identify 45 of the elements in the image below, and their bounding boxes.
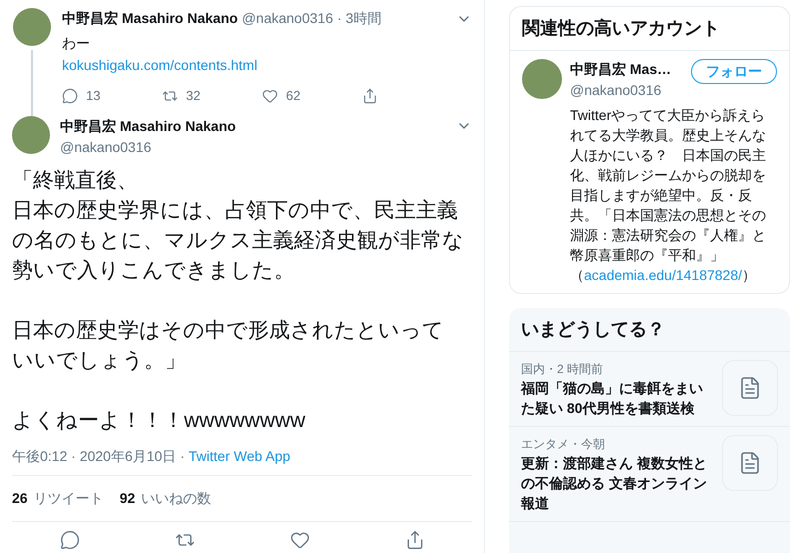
card-title: 関連性の高いアカウント [510, 7, 789, 51]
trend-headline: 更新：渡部建さん 複数女性との不倫認める 文春オンライン報道 [521, 454, 708, 513]
stat-label[interactable]: いいねの数 [141, 488, 212, 508]
account-bio: Twitterやってて大臣から訴えられてる大学教員。歴史上そんな人ほかにいる？ 日本国の民主化、戦前レジームからの脱却を目指しますが絶望中。反・反共。「日本国憲法の思想とその淵源：憲法研究会の『人権』と幣原喜重郎の『平和』」（academia.edu/14187828/） [570, 106, 767, 285]
tweet-text: 「終戦直後、 [12, 168, 139, 194]
tweet-text: 日本の歴史学はその中で形成されたといっていいでしょう。」 [12, 318, 445, 374]
tweet-timestamp: 午後0:12 · 2020年6月10日 · [12, 446, 186, 466]
share-icon[interactable] [404, 530, 424, 550]
trend-item[interactable]: エンタメ・今朝 更新：渡部建さん 複数女性との不倫認める 文春オンライン報道 [509, 427, 790, 522]
reply-icon[interactable] [60, 530, 80, 550]
document-icon [738, 376, 762, 400]
user-handle: @nakano0316 [570, 81, 662, 100]
stat-label[interactable]: リツイート [34, 488, 104, 508]
action-count: 13 [86, 87, 100, 105]
stat-count: 26 [12, 488, 28, 508]
card-title: いまどうしてる？ [509, 308, 790, 352]
user-name[interactable]: 中野昌宏 Masahiro Nakano [62, 8, 238, 29]
document-icon [738, 451, 762, 475]
tweet-text: よくねーよ！！！wwwwwwww [12, 408, 306, 434]
user-name[interactable]: 中野昌宏 Mas… [570, 59, 672, 80]
avatar[interactable] [522, 59, 562, 99]
source-link[interactable]: Twitter Web App [188, 446, 290, 466]
like-icon[interactable] [262, 88, 278, 104]
trend-item[interactable]: 国内・2 時間前 福岡「猫の島」に毒餌をまいた疑い 80代男性を書類送検 [509, 352, 790, 427]
stat-count: 92 [120, 488, 136, 508]
share-icon[interactable] [362, 88, 378, 104]
user-handle: @nakano0316 [60, 138, 152, 156]
tweet-text: 日本の歴史学界には、占領下の中で、民主主義の名のもとに、マルクス主義経済史観が非常な勢いで入りこんできました。 [12, 198, 464, 284]
user-name[interactable]: 中野昌宏 Masahiro Nakano [60, 116, 236, 136]
tweet-text: わー [62, 34, 91, 53]
trend-meta: 国内・2 時間前 [521, 361, 604, 378]
trend-headline: 福岡「猫の島」に毒餌をまいた疑い 80代男性を書類送検 [521, 379, 704, 418]
trend-meta: エンタメ・今朝 [521, 436, 606, 453]
tweet-time: · 3時間 [337, 9, 382, 28]
tweet-link[interactable]: kokushigaku.com/contents.html [62, 57, 258, 73]
avatar[interactable] [12, 116, 50, 154]
user-handle: @nakano0316 [242, 9, 334, 28]
action-count: 32 [186, 87, 200, 105]
action-count: 62 [286, 87, 300, 105]
bio-link[interactable]: academia.edu/14187828/ [584, 267, 742, 283]
thread-line [31, 50, 33, 116]
follow-button[interactable]: フォロー [691, 59, 777, 84]
like-icon[interactable] [290, 530, 310, 550]
avatar[interactable] [13, 8, 51, 46]
reply-icon[interactable] [62, 88, 78, 104]
